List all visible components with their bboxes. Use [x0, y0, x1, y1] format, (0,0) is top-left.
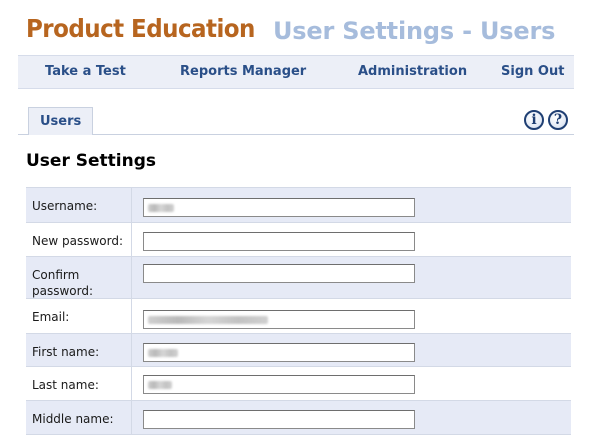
middle-name-field[interactable]	[143, 410, 415, 429]
email-field[interactable]	[143, 310, 415, 329]
help-icon[interactable]: ?	[548, 110, 568, 130]
first-name-label: First name:	[26, 334, 132, 366]
section-title: User Settings	[26, 151, 156, 171]
form-row-confirm-password: Confirm password:	[26, 257, 571, 299]
last-name-label: Last name:	[26, 367, 132, 400]
brand-logo-text: Product Education	[26, 14, 255, 43]
form-row-username: Username:	[26, 188, 571, 223]
nav-take-a-test[interactable]: Take a Test	[45, 64, 126, 79]
user-settings-form: Username: New password: Confirm password…	[26, 187, 571, 435]
info-icon[interactable]: i	[524, 110, 544, 130]
last-name-field[interactable]	[143, 375, 415, 394]
username-label: Username:	[26, 188, 132, 222]
first-name-field[interactable]	[143, 343, 415, 362]
nav-reports-manager[interactable]: Reports Manager	[180, 64, 306, 79]
confirm-password-label: Confirm password:	[26, 257, 132, 298]
redacted-value	[148, 204, 174, 212]
form-row-new-password: New password:	[26, 223, 571, 257]
page-heading: User Settings - Users	[273, 17, 556, 45]
username-field[interactable]	[143, 198, 415, 217]
form-row-last-name: Last name:	[26, 367, 571, 401]
nav-administration[interactable]: Administration	[358, 64, 467, 79]
form-row-first-name: First name:	[26, 334, 571, 367]
email-label: Email:	[26, 299, 132, 333]
redacted-value	[148, 316, 268, 324]
tab-users[interactable]: Users	[28, 107, 94, 135]
redacted-value	[148, 349, 178, 357]
middle-name-label: Middle name:	[26, 401, 132, 434]
new-password-label: New password:	[26, 223, 132, 256]
redacted-value	[148, 381, 172, 389]
help-icons: i?	[520, 109, 568, 130]
tab-bar: Users i?	[18, 107, 574, 135]
form-row-middle-name: Middle name:	[26, 401, 571, 435]
new-password-field[interactable]	[143, 232, 415, 251]
form-row-email: Email:	[26, 299, 571, 334]
confirm-password-field[interactable]	[143, 264, 415, 283]
main-nav: Take a Test Reports Manager Administrati…	[18, 55, 574, 89]
nav-sign-out[interactable]: Sign Out	[501, 64, 564, 79]
